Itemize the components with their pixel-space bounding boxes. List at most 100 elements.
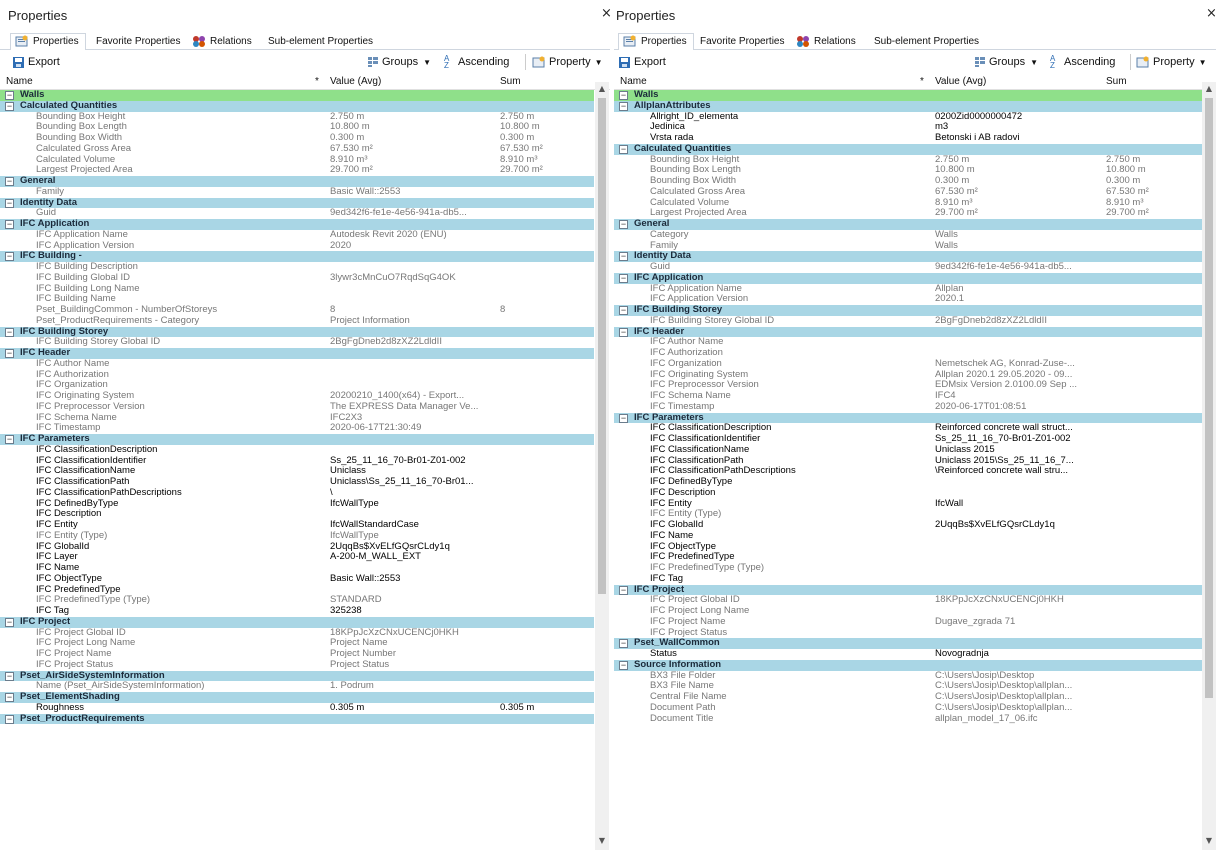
property-row[interactable]: IFC Project Global ID 18KPpJcXzCNxUCENCj0… — [614, 595, 1202, 606]
property-row[interactable]: IFC PredefinedType (Type) STANDARD — [0, 595, 594, 606]
property-row[interactable]: Bounding Box Width 0.300 m 0.300 m — [614, 176, 1202, 187]
property-value[interactable]: 0.305 m — [330, 703, 496, 714]
property-row[interactable]: Bounding Box Height 2.750 m 2.750 m — [614, 155, 1202, 166]
favorite-column-header[interactable]: * — [920, 76, 924, 87]
category-row[interactable]: − Pset_WallCommon — [614, 637, 1202, 649]
property-value[interactable]: 2UqqBs$XvELfGQsrCLdy1q — [935, 520, 1103, 531]
property-row[interactable]: IFC Originating System Allplan 2020.1 29.… — [614, 370, 1202, 381]
category-row[interactable]: − Calculated Quantities — [0, 100, 594, 112]
property-value[interactable]: Uniclass\Ss_25_11_16_70-Br01... — [330, 477, 496, 488]
property-row[interactable]: Bounding Box Length 10.800 m 10.800 m — [614, 165, 1202, 176]
property-row[interactable]: Largest Projected Area 29.700 m² 29.700 m² — [614, 208, 1202, 219]
vertical-scrollbar[interactable]: ▲ ▼ — [1202, 82, 1216, 850]
property-row[interactable]: IFC Timestamp 2020-06-17T01:08:51 — [614, 402, 1202, 413]
property-row[interactable]: Document Path C:\Users\Josip\Desktop\allp… — [614, 703, 1202, 714]
property-row[interactable]: Bounding Box Length 10.800 m 10.800 m — [0, 122, 594, 133]
property-value[interactable]: Ss_25_11_16_70-Br01-Z01-002 — [935, 434, 1103, 445]
property-row[interactable]: IFC ClassificationIdentifier Ss_25_11_16_… — [0, 456, 594, 467]
property-row[interactable]: IFC ClassificationDescription — [0, 445, 594, 456]
property-row[interactable]: IFC Organization — [0, 380, 594, 391]
collapse-icon[interactable]: − — [5, 101, 14, 111]
tab-properties[interactable]: Properties — [618, 33, 694, 51]
property-value[interactable]: IfcWall — [935, 499, 1103, 510]
category-row[interactable]: − Pset_ProductRequirements — [0, 713, 594, 725]
category-row[interactable]: − IFC Parameters — [0, 433, 594, 445]
property-row[interactable]: IFC Building Long Name — [0, 284, 594, 295]
property-row[interactable]: IFC Preprocessor Version EDMsix Version 2… — [614, 380, 1202, 391]
property-value[interactable]: A-200-M_WALL_EXT — [330, 552, 496, 563]
value-column-header[interactable]: Value (Avg) — [330, 76, 381, 87]
scroll-down-icon[interactable]: ▼ — [595, 836, 609, 848]
collapse-icon[interactable]: − — [5, 220, 14, 229]
ascending-button[interactable]: A Z Ascending — [1050, 54, 1115, 70]
property-value[interactable]: \ — [330, 488, 496, 499]
property-row[interactable]: IFC ClassificationName Uniclass 2015 — [614, 445, 1202, 456]
property-row[interactable]: Largest Projected Area 29.700 m² 29.700 m² — [0, 165, 594, 176]
collapse-icon[interactable]: − — [619, 91, 628, 100]
category-row[interactable]: − IFC Application — [614, 272, 1202, 284]
property-row[interactable]: IFC Building Description — [0, 262, 594, 273]
category-row[interactable]: − IFC Building Storey — [614, 304, 1202, 316]
scroll-up-icon[interactable]: ▲ — [1202, 84, 1216, 96]
category-row[interactable]: − Source Information — [614, 659, 1202, 671]
property-row[interactable]: IFC DefinedByType — [614, 477, 1202, 488]
ascending-button[interactable]: A Z Ascending — [444, 54, 509, 70]
collapse-icon[interactable]: − — [5, 349, 14, 358]
favorite-column-header[interactable]: * — [315, 76, 319, 87]
property-row[interactable]: Guid 9ed342f6-fe1e-4e56-941a-db5... — [0, 208, 594, 219]
property-value[interactable]: IfcWallType — [330, 499, 496, 510]
property-row[interactable]: Pset_ProductRequirements - Category Proje… — [0, 316, 594, 327]
category-row[interactable]: − AllplanAttributes — [614, 100, 1202, 112]
export-button[interactable]: Export — [12, 54, 60, 70]
category-row[interactable]: − Pset_AirSideSystemInformation — [0, 670, 594, 682]
category-row[interactable]: − IFC Parameters — [614, 412, 1202, 424]
collapse-icon[interactable]: − — [619, 327, 628, 337]
groups-dropdown[interactable]: Groups ▼ — [367, 54, 431, 70]
property-row[interactable]: Jedinica m3 — [614, 122, 1202, 133]
property-row[interactable]: IFC Author Name — [614, 337, 1202, 348]
property-row[interactable]: Calculated Gross Area 67.530 m² 67.530 m² — [614, 187, 1202, 198]
scrollbar-thumb[interactable] — [1205, 98, 1213, 698]
category-row[interactable]: − General — [0, 175, 594, 187]
tab-relations[interactable]: Relations — [796, 34, 856, 50]
property-row[interactable]: IFC Building Storey Global ID 2BgFgDneb2d… — [0, 337, 594, 348]
property-row[interactable]: IFC Project Long Name Project Name — [0, 638, 594, 649]
property-row[interactable]: Calculated Gross Area 67.530 m² 67.530 m² — [0, 144, 594, 155]
category-row[interactable]: − Calculated Quantities — [614, 143, 1202, 155]
property-row[interactable]: Allright_ID_elementa 0200Zid0000000472 — [614, 112, 1202, 123]
property-row[interactable]: IFC PredefinedType (Type) — [614, 563, 1202, 574]
groups-dropdown[interactable]: Groups ▼ — [974, 54, 1038, 70]
property-row[interactable]: IFC ClassificationDescription Reinforced … — [614, 423, 1202, 434]
property-row[interactable]: Family Basic Wall::2553 — [0, 187, 594, 198]
category-row[interactable]: − IFC Project — [614, 584, 1202, 596]
property-row[interactable]: IFC Application Name Autodesk Revit 2020 … — [0, 230, 594, 241]
property-dropdown[interactable]: Property ▼ — [532, 54, 603, 70]
name-column-header[interactable]: Name — [6, 76, 33, 87]
close-icon[interactable]: × — [601, 6, 612, 21]
collapse-icon[interactable]: − — [619, 413, 628, 423]
category-row[interactable]: − Identity Data — [0, 197, 594, 209]
property-row[interactable]: Pset_BuildingCommon - NumberOfStoreys 8 8 — [0, 305, 594, 316]
scroll-up-icon[interactable]: ▲ — [595, 84, 609, 96]
property-row[interactable]: IFC Application Version 2020 — [0, 241, 594, 252]
property-value[interactable]: IfcWallStandardCase — [330, 520, 496, 531]
export-button[interactable]: Export — [618, 54, 666, 70]
property-row[interactable]: Category Walls — [614, 230, 1202, 241]
collapse-icon[interactable]: − — [619, 639, 628, 649]
collapse-icon[interactable]: − — [5, 714, 14, 724]
property-row[interactable]: Calculated Volume 8.910 m³ 8.910 m³ — [614, 198, 1202, 209]
property-row[interactable]: Document Title allplan_model_17_06.ifc — [614, 714, 1202, 725]
property-row[interactable]: IFC Building Name — [0, 294, 594, 305]
property-value[interactable]: Basic Wall::2553 — [330, 574, 496, 585]
value-column-header[interactable]: Value (Avg) — [935, 76, 986, 87]
property-value[interactable]: Ss_25_11_16_70-Br01-Z01-002 — [330, 456, 496, 467]
property-row[interactable]: IFC ClassificationPathDescriptions \Reinf… — [614, 466, 1202, 477]
property-row[interactable]: Bounding Box Height 2.750 m 2.750 m — [0, 112, 594, 123]
property-row[interactable]: BX3 File Folder C:\Users\Josip\Desktop — [614, 671, 1202, 682]
scrollbar-thumb[interactable] — [598, 98, 606, 594]
property-row[interactable]: Calculated Volume 8.910 m³ 8.910 m³ — [0, 155, 594, 166]
property-row[interactable]: IFC ClassificationPathDescriptions \ — [0, 488, 594, 499]
collapse-icon[interactable]: − — [5, 177, 14, 186]
collapse-icon[interactable]: − — [619, 101, 628, 111]
tab-sub-element-properties[interactable]: Sub-element Properties — [874, 34, 979, 50]
